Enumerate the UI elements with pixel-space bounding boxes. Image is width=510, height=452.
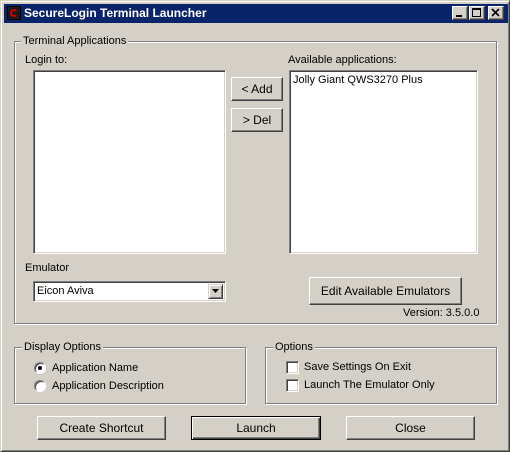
radio-selected-dot [38, 366, 42, 370]
chevron-down-icon [212, 289, 219, 293]
close-button[interactable]: Close [346, 416, 475, 440]
terminal-applications-group-label: Terminal Applications [21, 35, 129, 48]
maximize-button[interactable] [469, 6, 485, 20]
launch-button[interactable]: Launch [191, 416, 321, 440]
launch-emulator-only-label[interactable]: Launch The Emulator Only [304, 379, 435, 392]
securelogin-app-icon[interactable] [7, 6, 21, 20]
list-item[interactable]: Jolly Giant QWS3270 Plus [293, 73, 423, 87]
launcher-window: SecureLogin Terminal Launcher Terminal A… [0, 0, 510, 452]
application-name-radio[interactable] [34, 362, 46, 374]
title-bar[interactable]: SecureLogin Terminal Launcher [4, 4, 508, 23]
display-options-group-label: Display Options [22, 341, 104, 354]
display-options-group [14, 347, 246, 404]
maximize-icon [472, 8, 481, 17]
create-shortcut-button[interactable]: Create Shortcut [37, 416, 166, 440]
available-applications-label: Available applications: [288, 54, 397, 66]
version-text: Version: 3.5.0.0 [403, 307, 480, 319]
del-button[interactable]: > Del [231, 108, 283, 132]
add-button[interactable]: < Add [231, 77, 283, 101]
options-group [265, 347, 497, 404]
launch-emulator-only-checkbox[interactable] [286, 379, 299, 392]
window-title: SecureLogin Terminal Launcher [24, 6, 207, 20]
login-to-label: Login to: [25, 54, 68, 66]
minimize-icon [456, 15, 462, 17]
edit-available-emulators-button[interactable]: Edit Available Emulators [309, 277, 462, 305]
options-group-label: Options [273, 341, 315, 354]
emulator-selected-value: Eicon Aviva [37, 285, 94, 297]
login-to-listbox[interactable] [33, 70, 226, 254]
application-description-radio[interactable] [34, 380, 46, 392]
emulator-select[interactable]: Eicon Aviva [33, 281, 226, 302]
application-description-radio-label[interactable]: Application Description [52, 380, 164, 393]
save-settings-on-exit-label[interactable]: Save Settings On Exit [304, 361, 411, 374]
emulator-label: Emulator [25, 262, 70, 274]
emulator-dropdown-button[interactable] [208, 284, 223, 299]
close-window-button[interactable] [488, 6, 504, 20]
save-settings-on-exit-checkbox[interactable] [286, 361, 299, 374]
application-name-radio-label[interactable]: Application Name [52, 362, 138, 375]
minimize-button[interactable] [452, 6, 468, 20]
close-icon [491, 8, 500, 17]
available-applications-listbox[interactable]: Jolly Giant QWS3270 Plus [289, 70, 478, 254]
